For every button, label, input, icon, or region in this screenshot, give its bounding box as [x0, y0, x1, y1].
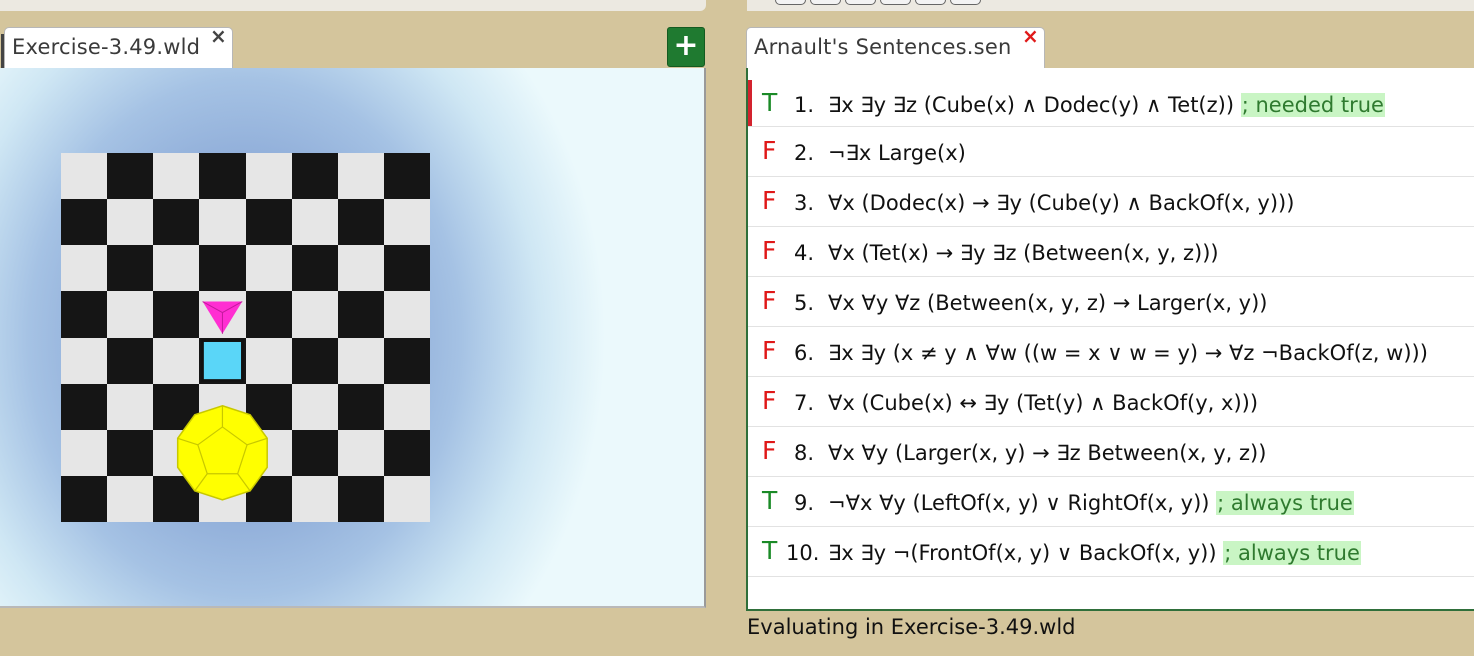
false-indicator: F [762, 386, 777, 415]
world-toolbar-strip [0, 0, 706, 11]
cube-block[interactable] [201, 339, 244, 382]
close-icon[interactable]: × [210, 26, 227, 46]
false-indicator: F [762, 236, 777, 265]
sentence-formula[interactable]: ¬∃x Large(x) [828, 141, 966, 165]
false-indicator: F [762, 436, 777, 465]
sentence-comment: ; always true [1223, 541, 1361, 565]
add-tab-button[interactable]: + [667, 27, 705, 67]
false-indicator: F [762, 186, 777, 215]
world-file-tab[interactable]: Exercise-3.49.wld × [1, 26, 233, 70]
toolbar-buttons [775, 0, 981, 5]
sentence-file-tab[interactable]: Arnault's Sentences.sen × [746, 26, 1045, 69]
sentence-row[interactable]: T 1. ∃x ∃y ∃z (Cube(x) ∧ Dodec(y) ∧ Tet(z)… [748, 68, 1474, 127]
toolbar-button[interactable] [775, 0, 806, 5]
formula-text: ∀x ∀y (Larger(x, y) → ∃z Between(x, y, z… [828, 441, 1267, 465]
sentence-row[interactable]: F 8. ∀x ∀y (Larger(x, y) → ∃z Between(x, y… [748, 427, 1474, 477]
toolbar-button[interactable] [810, 0, 841, 5]
sentence-comment: ; needed true [1240, 93, 1385, 117]
sentence-row[interactable]: T 9. ¬∀x ∀y (LeftOf(x, y) ∨ RightOf(x, y))… [748, 477, 1474, 527]
sentence-formula[interactable]: ∀x ∀y ∀z (Between(x, y, z) → Larger(x, y… [828, 291, 1268, 315]
close-icon[interactable]: × [1022, 26, 1039, 46]
formula-text: ¬∃x Large(x) [828, 141, 966, 165]
sentence-formula[interactable]: ∀x (Dodec(x) → ∃y (Cube(y) ∧ BackOf(x, y… [828, 191, 1294, 215]
true-indicator: T [762, 88, 778, 117]
false-indicator: F [762, 336, 777, 365]
sentence-number: 8. [794, 441, 815, 465]
status-text: Evaluating in Exercise-3.49.wld [747, 615, 1076, 639]
sentence-row[interactable]: F 4. ∀x (Tet(x) → ∃y ∃z (Between(x, y, z))… [748, 227, 1474, 277]
formula-text: ∀x ∀y ∀z (Between(x, y, z) → Larger(x, y… [828, 291, 1268, 315]
world-tab-title: Exercise-3.49.wld [12, 35, 201, 59]
sentence-number: 4. [794, 241, 815, 265]
sentence-number: 6. [794, 341, 815, 365]
false-indicator: F [762, 136, 777, 165]
formula-text: ∀x (Dodec(x) → ∃y (Cube(y) ∧ BackOf(x, y… [828, 191, 1295, 215]
sentence-number: 1. [794, 93, 815, 117]
true-indicator: T [762, 536, 778, 565]
sentence-formula[interactable]: ∀x (Cube(x) ↔ ∃y (Tet(y) ∧ BackOf(y, x))… [828, 391, 1258, 415]
sentence-formula[interactable]: ∃x ∃y ¬(FrontOf(x, y) ∨ BackOf(x, y)) ; … [828, 541, 1361, 565]
sentence-row[interactable]: F 5. ∀x ∀y ∀z (Between(x, y, z) → Larger(x… [748, 277, 1474, 327]
sentence-number: 10. [786, 541, 820, 565]
sentence-tab-title: Arnault's Sentences.sen [754, 35, 1012, 59]
sentence-formula[interactable]: ∃x ∃y (x ≠ y ∧ ∀w ((w = x ∨ w = y) → ∀z … [828, 341, 1428, 365]
true-indicator: T [762, 486, 778, 515]
blocks-layer [176, 301, 268, 501]
formula-text: ∀x (Cube(x) ↔ ∃y (Tet(y) ∧ BackOf(y, x))… [828, 391, 1259, 415]
sentence-row[interactable]: F 6. ∃x ∃y (x ≠ y ∧ ∀w ((w = x ∨ w = y) → … [748, 327, 1474, 377]
toolbar-button[interactable] [950, 0, 981, 5]
formula-text: ∃x ∃y (x ≠ y ∧ ∀w ((w = x ∨ w = y) → ∀z … [828, 341, 1428, 365]
toolbar-button[interactable] [845, 0, 876, 5]
false-indicator: F [762, 286, 777, 315]
formula-text: ∃x ∃y ¬(FrontOf(x, y) ∨ BackOf(x, y)) [828, 541, 1217, 565]
sentence-number: 2. [794, 141, 815, 165]
dodecahedron-block[interactable] [176, 404, 268, 501]
sentence-number: 9. [794, 491, 815, 515]
sentence-row[interactable]: T 10. ∃x ∃y ¬(FrontOf(x, y) ∨ BackOf(x, y)… [748, 527, 1474, 577]
toolbar-button[interactable] [880, 0, 911, 5]
sentence-list: T 1. ∃x ∃y ∃z (Cube(x) ∧ Dodec(y) ∧ Tet(z)… [746, 68, 1474, 611]
sentence-row[interactable]: F 2. ¬∃x Large(x) [748, 127, 1474, 177]
sentence-formula[interactable]: ∀x ∀y (Larger(x, y) → ∃z Between(x, y, z… [828, 441, 1266, 465]
formula-text: ∀x (Tet(x) → ∃y ∃z (Between(x, y, z))) [828, 241, 1219, 265]
sentence-number: 5. [794, 291, 815, 315]
sentence-formula[interactable]: ∀x (Tet(x) → ∃y ∃z (Between(x, y, z))) [828, 241, 1219, 265]
sentence-comment: ; always true [1216, 491, 1354, 515]
formula-text: ¬∀x ∀y (LeftOf(x, y) ∨ RightOf(x, y)) [828, 491, 1210, 515]
sentence-formula[interactable]: ∃x ∃y ∃z (Cube(x) ∧ Dodec(y) ∧ Tet(z)) ;… [828, 93, 1385, 117]
world-view[interactable] [0, 68, 706, 608]
toolbar-button[interactable] [915, 0, 946, 5]
sentence-number: 7. [794, 391, 815, 415]
sentence-row[interactable]: F 3. ∀x (Dodec(x) → ∃y (Cube(y) ∧ BackOf(x… [748, 177, 1474, 227]
sentence-number: 3. [794, 191, 815, 215]
formula-text: ∃x ∃y ∃z (Cube(x) ∧ Dodec(y) ∧ Tet(z)) [828, 93, 1235, 117]
sentence-formula[interactable]: ¬∀x ∀y (LeftOf(x, y) ∨ RightOf(x, y)) ; … [828, 491, 1354, 515]
tetrahedron-block[interactable] [202, 301, 243, 334]
sentence-row[interactable]: F 7. ∀x (Cube(x) ↔ ∃y (Tet(y) ∧ BackOf(y, … [748, 377, 1474, 427]
